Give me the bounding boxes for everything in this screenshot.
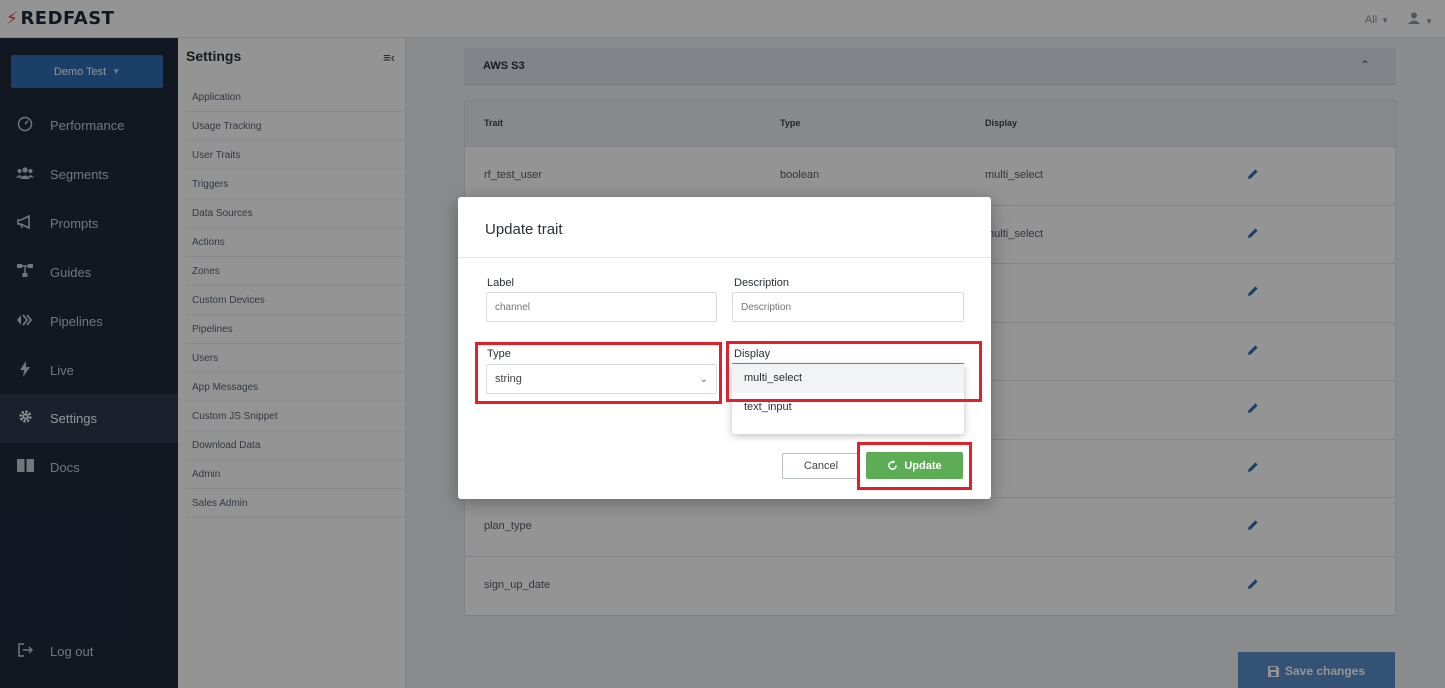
modal-divider	[458, 257, 991, 258]
highlight-box-update	[857, 442, 972, 490]
description-field-label: Description	[734, 277, 790, 289]
label-field-label: Label	[487, 277, 514, 289]
label-input[interactable]	[486, 292, 717, 322]
highlight-box-type	[475, 342, 722, 404]
modal-title: Update trait	[485, 221, 563, 238]
cancel-button[interactable]: Cancel	[782, 453, 860, 479]
description-input[interactable]	[732, 292, 964, 322]
highlight-box-display	[726, 341, 982, 402]
